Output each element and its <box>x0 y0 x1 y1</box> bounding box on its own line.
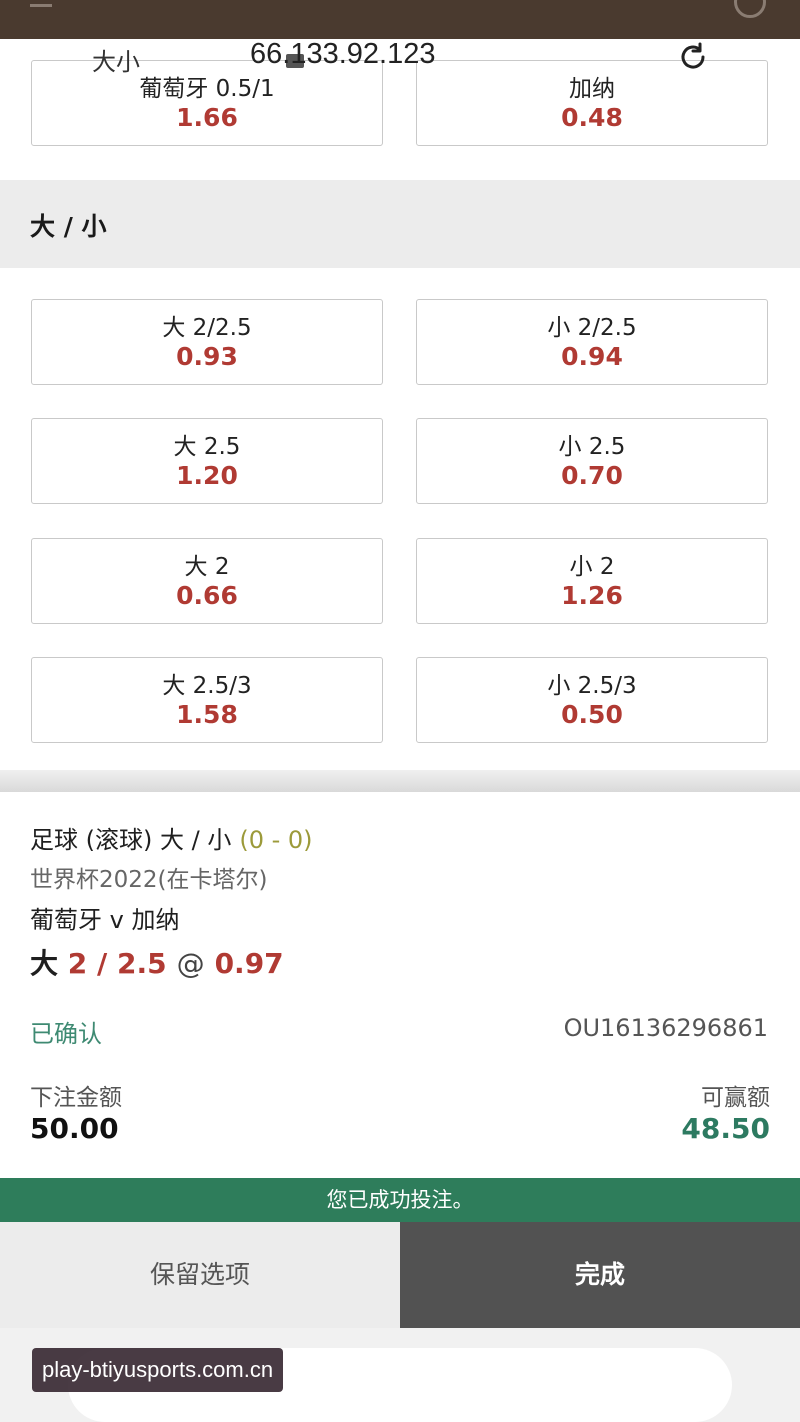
odds-button-over-2[interactable]: 大 2 0.66 <box>31 538 383 624</box>
slip-score: (0 - 0) <box>239 826 313 854</box>
odds-price: 1.20 <box>176 461 238 490</box>
slip-competition: 世界杯2022(在卡塔尔) <box>30 867 268 893</box>
odds-button-under-2.5[interactable]: 小 2.5 0.70 <box>416 418 768 504</box>
odds-label: 小 2 <box>569 554 615 580</box>
odds-button-under-2-2.5[interactable]: 小 2/2.5 0.94 <box>416 299 768 385</box>
odds-label: 大 2.5/3 <box>162 673 252 699</box>
odds-label: 加纳 <box>569 76 615 102</box>
over-under-section: 大 2/2.5 0.93 小 2/2.5 0.94 大 2.5 1.20 小 2… <box>0 268 800 770</box>
slip-pick-line: 2 / 2.5 <box>67 947 167 980</box>
odds-price: 1.26 <box>561 581 623 610</box>
odds-label: 大 2 <box>184 554 230 580</box>
menu-icon[interactable] <box>30 0 52 7</box>
url-partial-text: 大小 <box>92 48 140 76</box>
slip-selection: 大 2 / 2.5 @0.97 <box>30 942 284 982</box>
win-amount: 48.50 <box>681 1112 770 1145</box>
watermark-text: play-btiyusports.com.cn <box>32 1348 284 1392</box>
win-label: 可赢额 <box>701 1085 770 1111</box>
success-banner: 您已成功投注。 <box>0 1178 800 1222</box>
odds-price: 0.48 <box>561 103 623 132</box>
slip-status: 已确认 <box>30 1020 102 1048</box>
odds-price: 1.66 <box>176 103 238 132</box>
market-header-over-under[interactable]: 大 / 小 <box>0 180 800 268</box>
slip-reference: OU16136296861 <box>563 1014 768 1042</box>
bet-slip-receipt: 足球 (滚球) 大 / 小 (0 - 0) 世界杯2022(在卡塔尔) 葡萄牙 v… <box>0 792 800 1178</box>
odds-label: 大 2.5 <box>173 434 241 460</box>
odds-button-ghana-handicap[interactable]: 加纳 0.48 <box>416 60 768 146</box>
odds-button-over-2.5[interactable]: 大 2.5 1.20 <box>31 418 383 504</box>
reload-icon[interactable] <box>676 40 710 74</box>
top-app-bar <box>0 0 800 39</box>
keep-selections-button[interactable]: 保留选项 <box>0 1222 400 1328</box>
slip-pick-at: @ <box>176 947 205 980</box>
odds-button-over-2.5-3[interactable]: 大 2.5/3 1.58 <box>31 657 383 743</box>
slip-match: 葡萄牙 v 加纳 <box>30 906 180 934</box>
odds-label: 小 2.5/3 <box>547 673 637 699</box>
slip-pick-odds: 0.97 <box>214 947 284 980</box>
url-text[interactable]: 66.133.92.123 <box>250 38 435 71</box>
odds-price: 0.50 <box>561 700 623 729</box>
odds-button-under-2[interactable]: 小 2 1.26 <box>416 538 768 624</box>
section-divider <box>0 770 800 792</box>
odds-label: 大 2/2.5 <box>162 315 252 341</box>
odds-button-over-2-2.5[interactable]: 大 2/2.5 0.93 <box>31 299 383 385</box>
action-buttons: 保留选项 完成 <box>0 1222 800 1328</box>
odds-label: 葡萄牙 0.5/1 <box>139 76 275 102</box>
market-title: 大 / 小 <box>30 212 107 241</box>
odds-price: 0.66 <box>176 581 238 610</box>
odds-button-portugal-handicap[interactable]: 葡萄牙 0.5/1 1.66 <box>31 60 383 146</box>
profile-icon[interactable] <box>734 0 766 18</box>
stake-amount: 50.00 <box>30 1112 119 1145</box>
odds-label: 小 2/2.5 <box>547 315 637 341</box>
odds-label: 小 2.5 <box>558 434 626 460</box>
odds-button-under-2.5-3[interactable]: 小 2.5/3 0.50 <box>416 657 768 743</box>
odds-price: 0.94 <box>561 342 623 371</box>
slip-market-line: 足球 (滚球) 大 / 小 (0 - 0) <box>30 820 313 855</box>
slip-pick-side: 大 <box>30 947 59 980</box>
slip-sport: 足球 (滚球) 大 / 小 <box>30 826 232 854</box>
odds-price: 0.93 <box>176 342 238 371</box>
odds-price: 1.58 <box>176 700 238 729</box>
odds-price: 0.70 <box>561 461 623 490</box>
done-button[interactable]: 完成 <box>400 1222 800 1328</box>
stake-label: 下注金额 <box>30 1085 122 1111</box>
